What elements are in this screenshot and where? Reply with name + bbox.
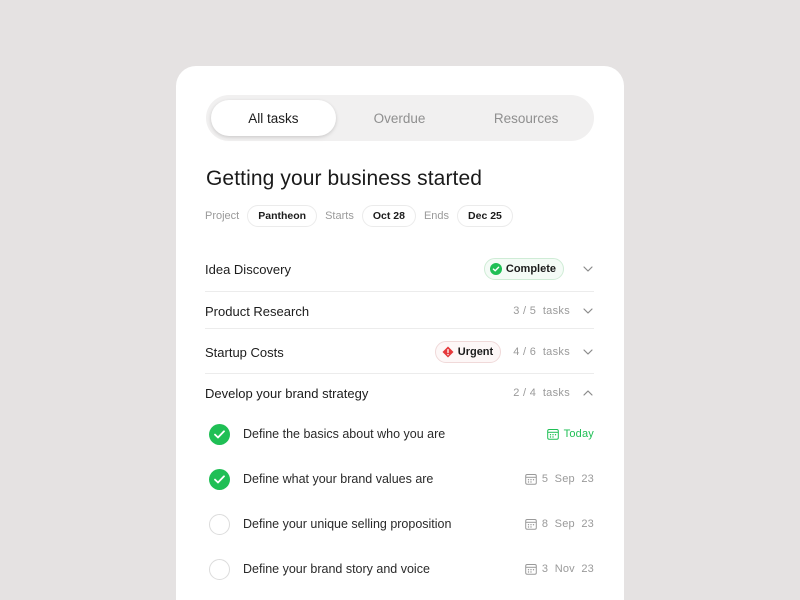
- task-count: 4 / 6 tasks: [513, 346, 570, 358]
- divider: [205, 373, 594, 374]
- project-label: Project: [205, 210, 240, 222]
- calendar-icon: [546, 428, 559, 440]
- due-date-label: Today: [563, 428, 594, 440]
- starts-label: Starts: [325, 210, 354, 222]
- section-startup-costs[interactable]: Startup Costs Urgent 4 / 6 tasks: [205, 341, 594, 363]
- tab-resources[interactable]: Resources: [463, 100, 589, 136]
- task-row[interactable]: Define your unique selling proposition 8…: [209, 513, 594, 535]
- tab-overdue[interactable]: Overdue: [336, 100, 464, 136]
- due-date: 5 Sep 23: [525, 473, 594, 485]
- checkbox-checked[interactable]: [209, 468, 230, 490]
- due-date: Today: [546, 428, 594, 440]
- task-name: Define your brand story and voice: [243, 562, 430, 576]
- project-name-pill[interactable]: Pantheon: [247, 205, 318, 227]
- calendar-icon: [525, 473, 537, 485]
- status-badge-complete: Complete: [483, 258, 564, 280]
- ends-date-pill[interactable]: Dec 25: [457, 205, 513, 227]
- task-row[interactable]: Define the basics about who you are Toda…: [209, 423, 594, 445]
- section-idea-discovery[interactable]: Idea Discovery Complete: [205, 258, 594, 280]
- chevron-up-icon[interactable]: [582, 387, 594, 399]
- status-badge-urgent: Urgent: [434, 341, 502, 363]
- task-name: Define your unique selling proposition: [243, 517, 452, 531]
- section-name: Idea Discovery: [205, 261, 291, 277]
- checkbox-unchecked[interactable]: [209, 513, 230, 535]
- tab-bar: All tasks Overdue Resources: [206, 95, 594, 141]
- check-circle-icon: [489, 263, 502, 275]
- task-card: All tasks Overdue Resources Getting your…: [176, 66, 624, 600]
- task-row[interactable]: Define your brand story and voice 3 Nov …: [209, 558, 594, 580]
- chevron-down-icon[interactable]: [582, 346, 594, 358]
- divider: [205, 328, 594, 329]
- section-name: Product Research: [205, 303, 310, 319]
- section-name: Develop your brand strategy: [205, 385, 369, 401]
- warning-diamond-icon: [442, 346, 454, 358]
- section-name: Startup Costs: [205, 344, 284, 360]
- chevron-down-icon[interactable]: [582, 305, 594, 317]
- calendar-icon: [525, 563, 537, 575]
- badge-label: Complete: [505, 263, 556, 275]
- due-date-label: 3 Nov 23: [541, 563, 594, 575]
- calendar-icon: [525, 518, 537, 530]
- page-title: Getting your business started: [206, 167, 483, 190]
- due-date-label: 5 Sep 23: [541, 473, 594, 485]
- ends-label: Ends: [423, 210, 450, 222]
- badge-label: Urgent: [457, 346, 494, 358]
- chevron-down-icon[interactable]: [582, 263, 594, 275]
- task-name: Define the basics about who you are: [243, 427, 446, 441]
- checkbox-unchecked[interactable]: [209, 558, 230, 580]
- task-row[interactable]: Define what your brand values are 5 Sep …: [209, 468, 594, 490]
- task-count: 2 / 4 tasks: [513, 387, 570, 399]
- checkbox-checked[interactable]: [209, 423, 230, 445]
- task-count: 3 / 5 tasks: [513, 305, 570, 317]
- due-date: 8 Sep 23: [525, 518, 594, 530]
- due-date-label: 8 Sep 23: [541, 518, 594, 530]
- tab-all-tasks[interactable]: All tasks: [211, 100, 336, 136]
- project-meta: Project Pantheon Starts Oct 28 Ends Dec …: [205, 205, 521, 227]
- due-date: 3 Nov 23: [525, 563, 594, 575]
- starts-date-pill[interactable]: Oct 28: [361, 205, 416, 227]
- section-product-research[interactable]: Product Research 3 / 5 tasks: [205, 300, 594, 322]
- section-brand-strategy[interactable]: Develop your brand strategy 2 / 4 tasks: [205, 382, 594, 404]
- divider: [205, 291, 594, 292]
- task-name: Define what your brand values are: [243, 472, 434, 486]
